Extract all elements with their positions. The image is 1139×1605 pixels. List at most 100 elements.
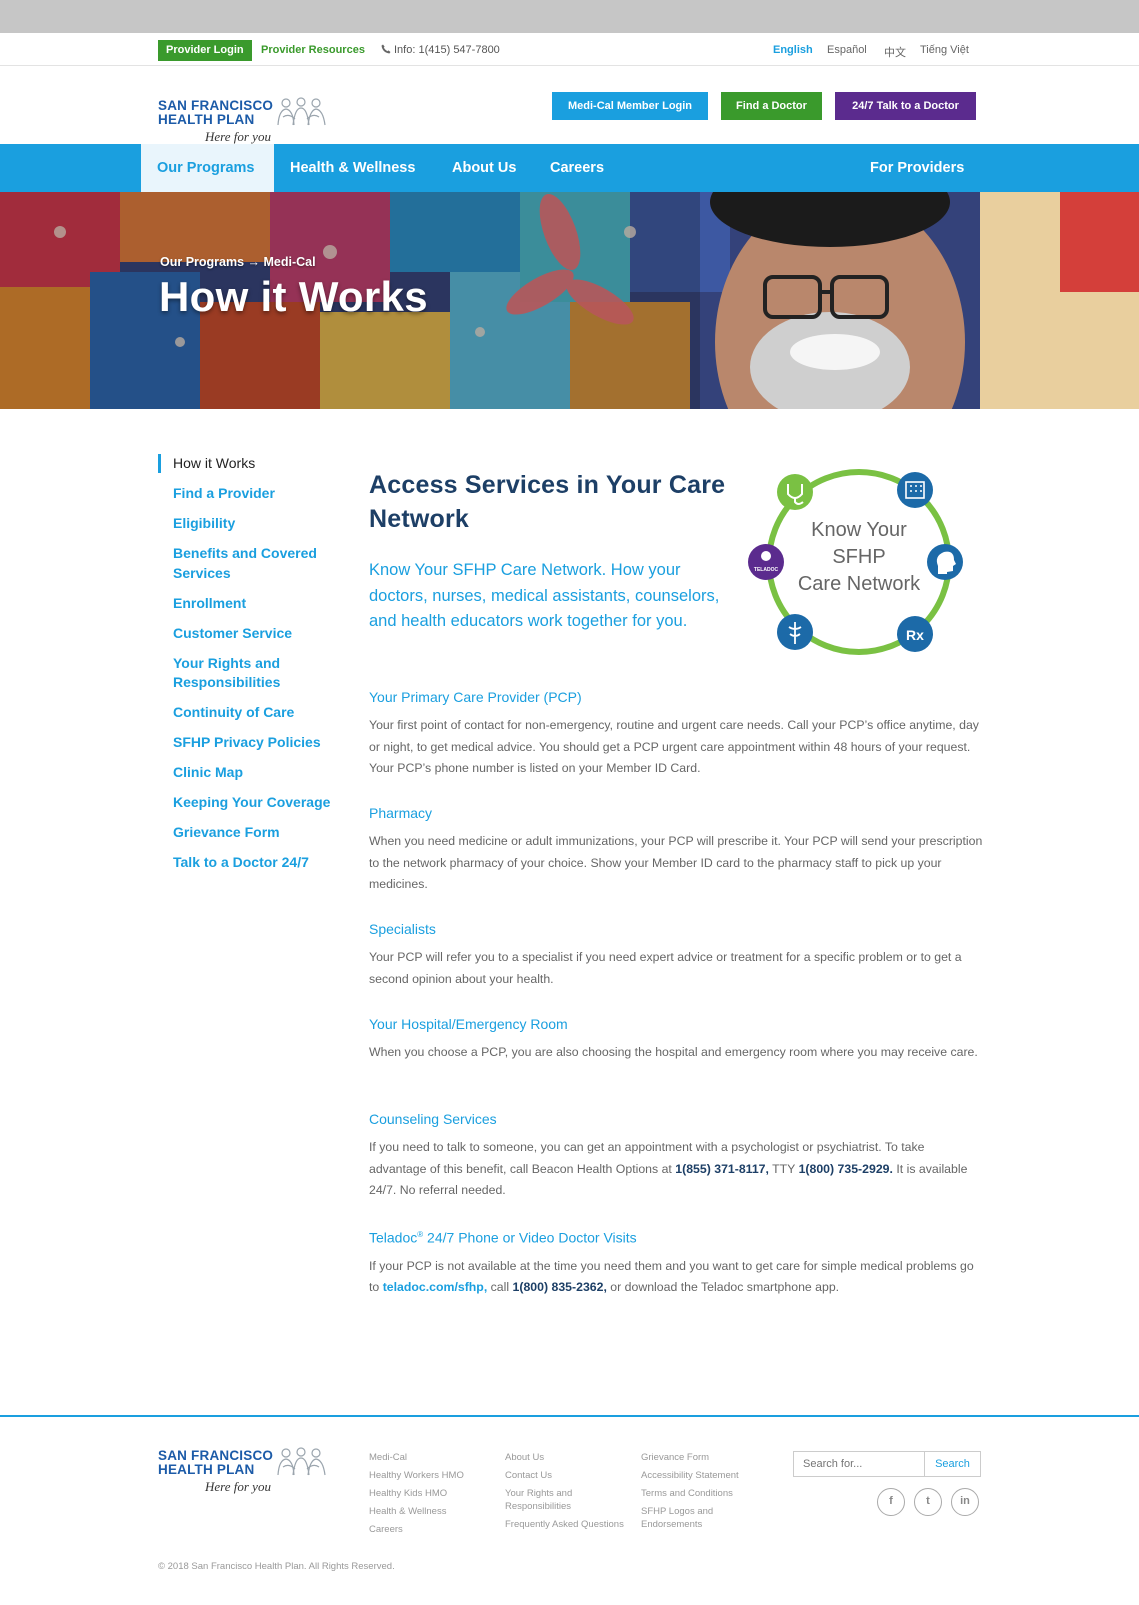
hospital-building-icon	[897, 472, 933, 508]
sfhp-logo[interactable]: SAN FRANCISCO HEALTH PLAN Here for you	[158, 82, 338, 144]
browser-top-bar	[0, 0, 1139, 33]
footer-link[interactable]: Frequently Asked Questions	[505, 1516, 635, 1534]
footer-logo-tagline: Here for you	[205, 1479, 271, 1494]
network-line-2: SFHP	[832, 546, 885, 568]
logo-tagline: Here for you	[205, 129, 271, 144]
nav-health-wellness[interactable]: Health & Wellness	[274, 144, 431, 192]
sidebar-item-continuity[interactable]: Continuity of Care	[158, 703, 338, 723]
section-body-hospital: When you choose a PCP, you are also choo…	[369, 1045, 978, 1059]
lang-english[interactable]: English	[773, 44, 813, 56]
main-content: Access Services in Your Care Network Kno…	[369, 468, 983, 1294]
footer-link[interactable]: Grievance Form	[641, 1449, 771, 1467]
stethoscope-icon	[777, 474, 813, 510]
teladoc-phone[interactable]: 1(800) 835-2362,	[513, 1280, 607, 1294]
search-button[interactable]: Search	[925, 1452, 980, 1476]
sidebar-item-customer-service[interactable]: Customer Service	[158, 624, 338, 644]
section-heading-counseling: Counseling Services	[369, 1111, 497, 1127]
sidebar-item-find-provider[interactable]: Find a Provider	[158, 484, 338, 504]
sidebar-item-rights[interactable]: Your Rights and Responsibilities	[158, 654, 338, 693]
section-body-specialists: Your PCP will refer you to a specialist …	[369, 950, 962, 986]
beacon-phone[interactable]: 1(855) 371-8117,	[675, 1162, 769, 1176]
sidebar-nav: How it Works Find a Provider Eligibility…	[158, 454, 338, 883]
section-counseling: Counseling Services If you need to talk …	[369, 1109, 983, 1202]
search-input[interactable]	[794, 1452, 925, 1476]
footer-link[interactable]: Careers	[369, 1521, 499, 1539]
teladoc-icon: TELADOC	[748, 544, 784, 580]
medical-caduceus-icon	[777, 614, 813, 650]
footer-link[interactable]: Contact Us	[505, 1467, 635, 1485]
content-title: Access Services in Your Care Network	[369, 471, 726, 533]
network-line-3: Care Network	[798, 573, 921, 595]
lang-chinese[interactable]: 中文	[884, 44, 906, 60]
footer-link[interactable]: Medi-Cal	[369, 1449, 499, 1467]
logo-line-1: SAN FRANCISCO	[158, 98, 274, 113]
footer-link[interactable]: Terms and Conditions	[641, 1485, 771, 1503]
footer-col-about: About Us Contact Us Your Rights and Resp…	[505, 1449, 635, 1534]
footer-logo-line-2: HEALTH PLAN	[158, 1462, 255, 1477]
medi-cal-login-button[interactable]: Medi-Cal Member Login	[552, 92, 708, 120]
linkedin-icon[interactable]: in	[951, 1488, 979, 1516]
talk-to-doctor-button[interactable]: 24/7 Talk to a Doctor	[835, 92, 976, 120]
footer-logo-line-1: SAN FRANCISCO	[158, 1448, 274, 1463]
sidebar-item-benefits[interactable]: Benefits and Covered Services	[158, 544, 338, 583]
counseling-head-icon	[927, 544, 963, 580]
counseling-text-2: TTY	[768, 1161, 799, 1176]
footer-link[interactable]: Accessibility Statement	[641, 1467, 771, 1485]
nav-careers[interactable]: Careers	[534, 144, 620, 192]
section-hospital: Your Hospital/Emergency Room When you ch…	[369, 1014, 983, 1064]
section-body-pharmacy: When you need medicine or adult immuniza…	[369, 834, 983, 892]
teladoc-badge-text: TELADOC	[754, 567, 779, 573]
content-intro: Know Your SFHP Care Network. How your do…	[369, 561, 720, 630]
main-nav: Our Programs Health & Wellness About Us …	[0, 144, 1139, 192]
network-line-1: Know Your	[811, 519, 907, 541]
nav-for-providers[interactable]: For Providers	[854, 144, 980, 192]
sidebar-item-enrollment[interactable]: Enrollment	[158, 594, 338, 614]
breadcrumb[interactable]: Our Programs → Medi-Cal	[160, 255, 316, 269]
sidebar-item-privacy[interactable]: SFHP Privacy Policies	[158, 733, 338, 753]
info-phone-text: Info: 1(415) 547-7800	[394, 44, 500, 56]
find-doctor-button[interactable]: Find a Doctor	[721, 92, 822, 120]
rx-label: Rx	[906, 627, 924, 643]
site-header: SAN FRANCISCO HEALTH PLAN Here for you M…	[0, 66, 1139, 144]
tty-phone[interactable]: 1(800) 735-2929.	[799, 1162, 893, 1176]
section-body-pcp: Your first point of contact for non-emer…	[369, 718, 979, 776]
sidebar-item-how-it-works[interactable]: How it Works	[158, 454, 338, 474]
footer-logo[interactable]: SAN FRANCISCO HEALTH PLAN Here for you	[158, 1447, 338, 1498]
section-heading-pharmacy: Pharmacy	[369, 805, 433, 821]
pharmacy-rx-icon: Rx	[897, 616, 933, 652]
section-heading-hospital: Your Hospital/Emergency Room	[369, 1016, 568, 1032]
provider-login-button[interactable]: Provider Login	[158, 40, 252, 61]
footer-link[interactable]: Health & Wellness	[369, 1503, 499, 1521]
sidebar-item-grievance[interactable]: Grievance Form	[158, 823, 338, 843]
teladoc-text-3: or download the Teladoc smartphone app.	[606, 1280, 840, 1295]
footer-col-programs: Medi-Cal Healthy Workers HMO Healthy Kid…	[369, 1449, 499, 1539]
sidebar-item-clinic-map[interactable]: Clinic Map	[158, 763, 338, 783]
nav-our-programs[interactable]: Our Programs	[141, 144, 274, 192]
copyright: © 2018 San Francisco Health Plan. All Ri…	[158, 1561, 395, 1572]
sidebar-item-eligibility[interactable]: Eligibility	[158, 514, 338, 534]
section-heading-pcp: Your Primary Care Provider (PCP)	[369, 689, 582, 705]
sidebar-item-keeping-coverage[interactable]: Keeping Your Coverage	[158, 793, 338, 813]
footer-family-logo-icon	[277, 1447, 326, 1476]
twitter-icon[interactable]: t	[914, 1488, 942, 1516]
facebook-icon[interactable]: f	[877, 1488, 905, 1516]
info-phone[interactable]: Info: 1(415) 547-7800	[381, 44, 500, 56]
footer-link[interactable]: Healthy Kids HMO	[369, 1485, 499, 1503]
nav-about-us[interactable]: About Us	[436, 144, 532, 192]
footer-link[interactable]: About Us	[505, 1449, 635, 1467]
footer-link[interactable]: Your Rights and Responsibilities	[505, 1485, 585, 1516]
teladoc-text-2: call	[487, 1280, 513, 1295]
section-pcp: Your Primary Care Provider (PCP) Your fi…	[369, 687, 983, 780]
care-network-graphic: TELADOC Rx Know Your SFHP Care Network	[748, 469, 963, 655]
sidebar-item-talk-doctor[interactable]: Talk to a Doctor 24/7	[158, 853, 338, 873]
utility-bar: Provider Login Provider Resources Info: …	[0, 33, 1139, 66]
teladoc-link[interactable]: teladoc.com/sfhp,	[383, 1280, 488, 1294]
footer-link[interactable]: SFHP Logos and Endorsements	[641, 1503, 721, 1531]
footer-link[interactable]: Healthy Workers HMO	[369, 1467, 499, 1485]
logo-line-2: HEALTH PLAN	[158, 112, 255, 127]
section-body-teladoc: If your PCP is not available at the time…	[369, 1256, 983, 1299]
lang-espanol[interactable]: Español	[827, 44, 867, 56]
lang-vietnamese[interactable]: Tiếng Việt	[920, 44, 969, 56]
footer-divider	[0, 1415, 1139, 1417]
provider-resources-link[interactable]: Provider Resources	[261, 44, 365, 56]
